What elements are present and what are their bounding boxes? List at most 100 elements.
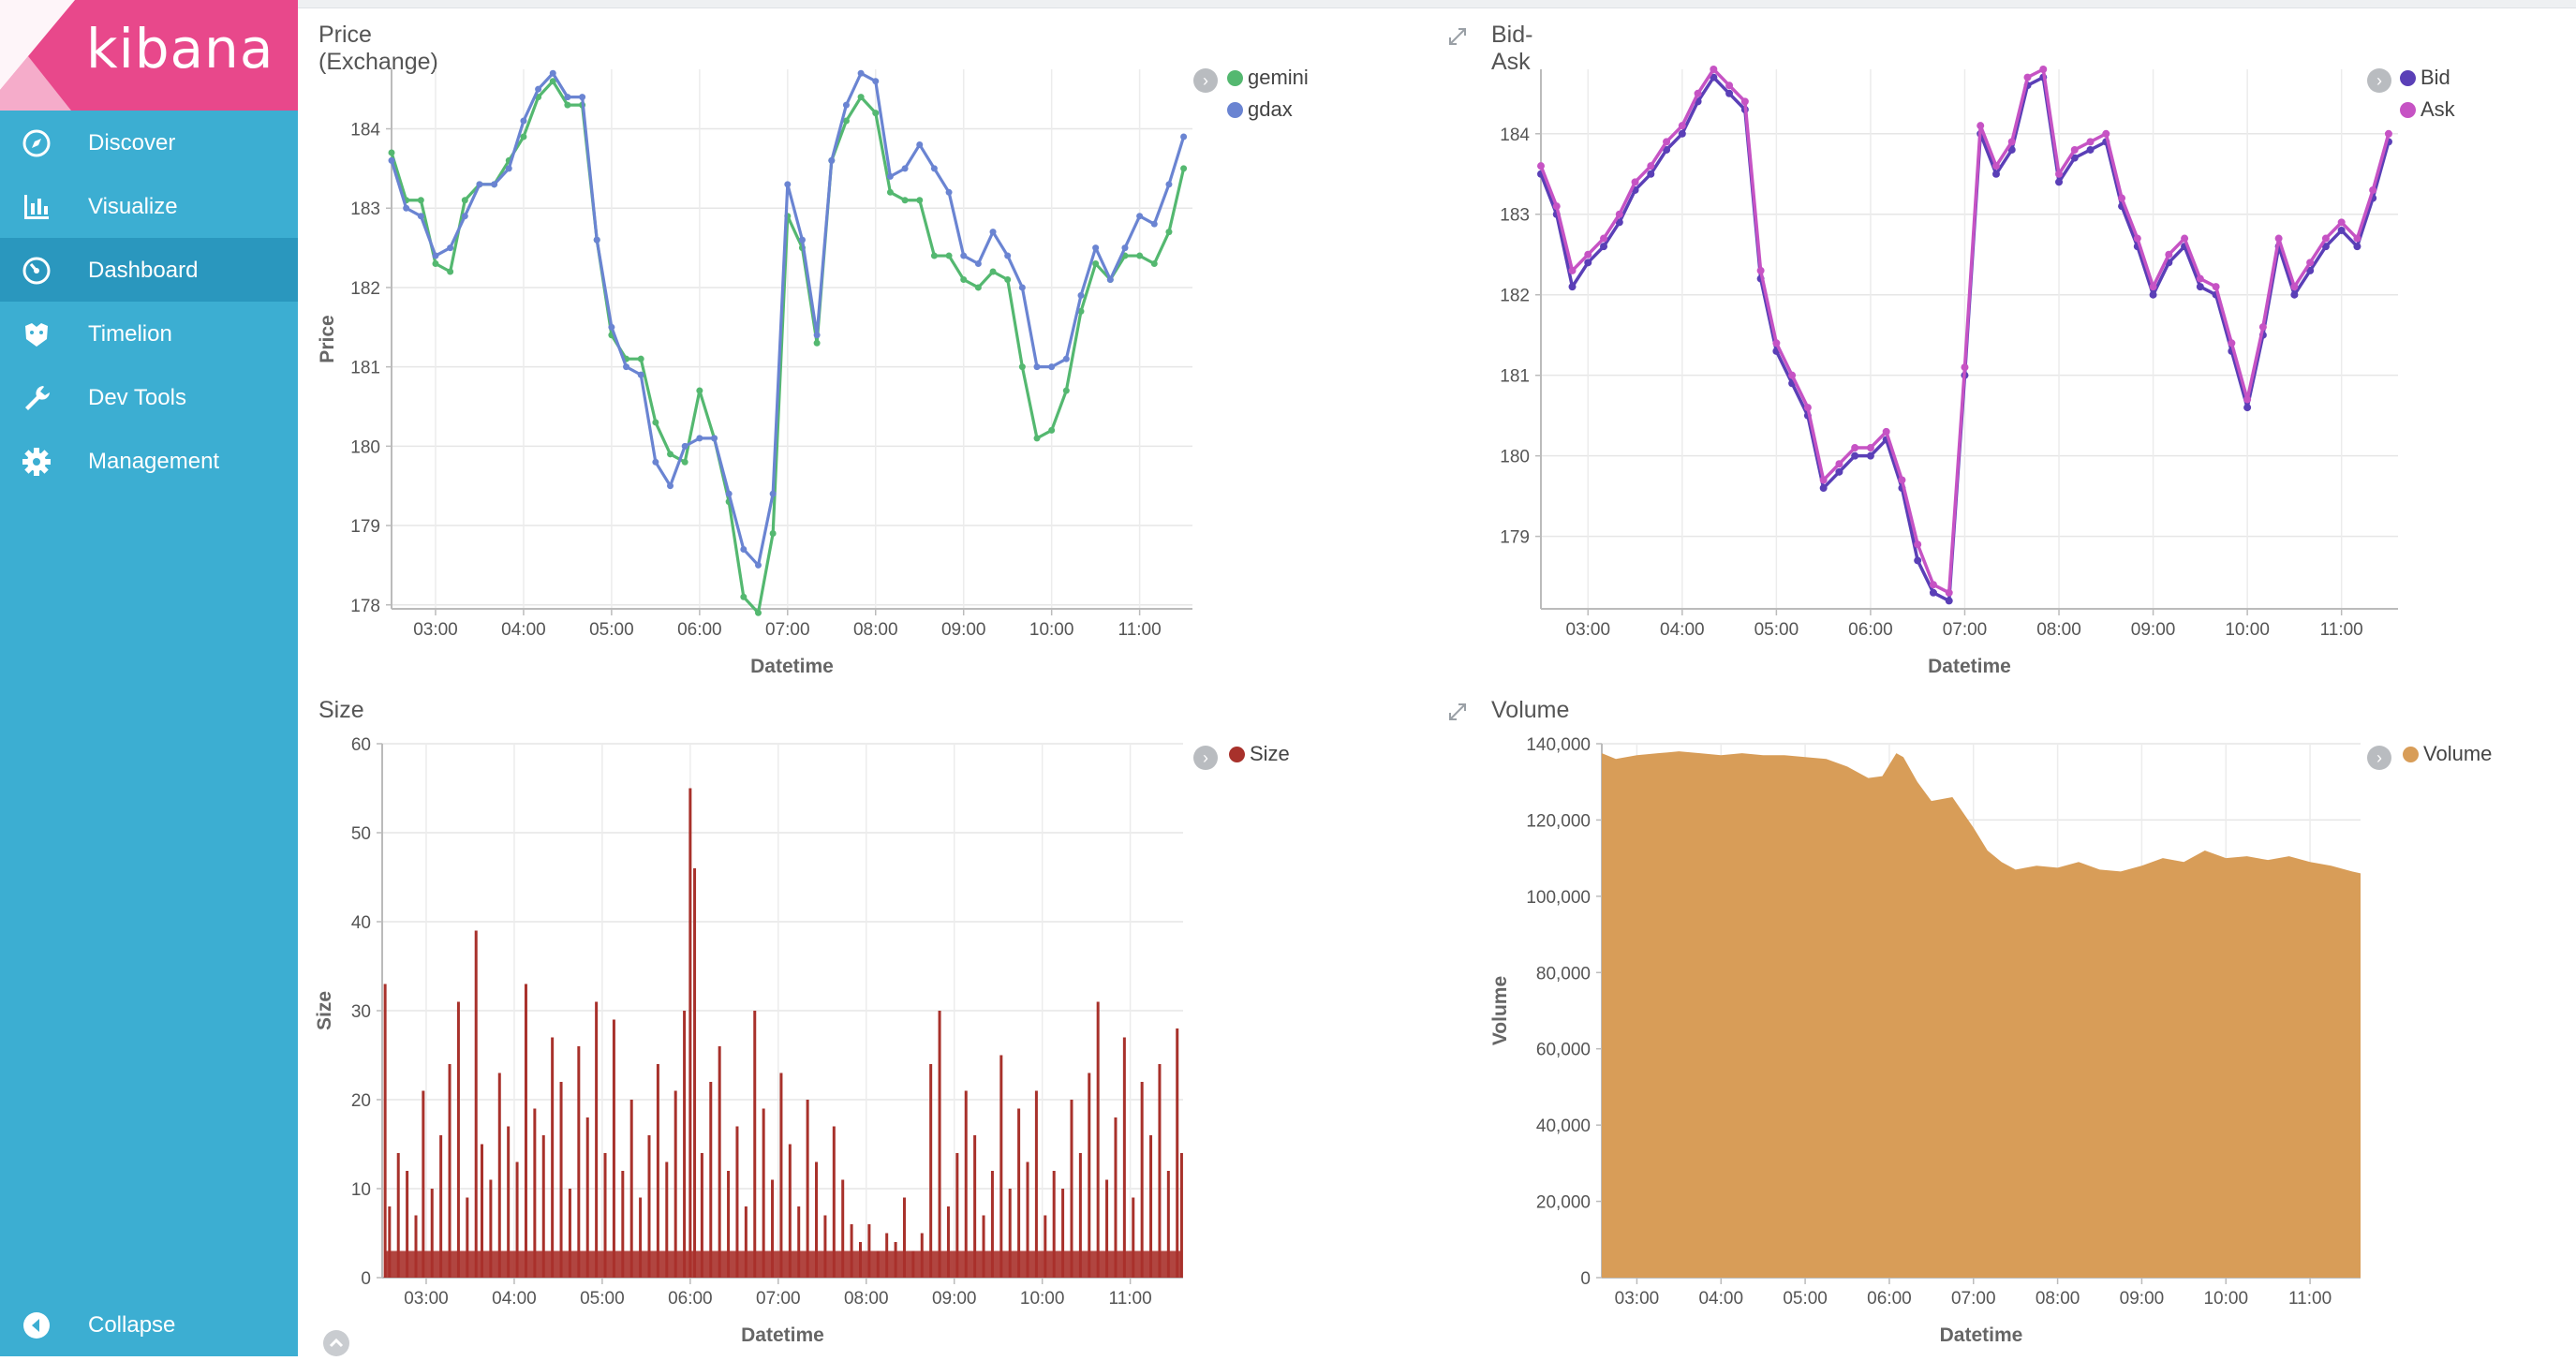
- size-bar: [1176, 1028, 1179, 1278]
- nav-label: Dev Tools: [88, 385, 186, 410]
- data-point-gdax: [711, 435, 718, 442]
- data-point-gdax: [784, 181, 792, 188]
- x-tick-label: 08:00: [844, 1289, 889, 1309]
- data-point-ask: [1631, 178, 1639, 186]
- data-point-gemini: [769, 530, 777, 538]
- y-tick-label: 20: [351, 1091, 371, 1111]
- data-point-ask: [1663, 138, 1671, 146]
- data-point-gemini: [667, 451, 674, 458]
- data-point-ask: [1914, 540, 1922, 549]
- size-bar: [674, 1090, 677, 1278]
- legend-item-gdax[interactable]: gdax: [1227, 97, 1293, 122]
- x-tick-label: 04:00: [1698, 1289, 1743, 1309]
- data-point-gemini: [652, 419, 659, 426]
- data-point-gemini: [1004, 275, 1012, 283]
- data-point-gemini: [388, 149, 395, 156]
- scroll-up-button[interactable]: [323, 1330, 349, 1356]
- nav-label: Visualize: [88, 194, 178, 219]
- nav-item-dashboard[interactable]: Dashboard: [0, 238, 298, 302]
- x-axis-title: Datetime: [1940, 1324, 2023, 1346]
- legend-label: gdax: [1248, 97, 1293, 121]
- y-tick-label: 184: [1500, 126, 1530, 145]
- data-point-gdax: [740, 545, 748, 553]
- legend-item-volume[interactable]: Volume: [2403, 742, 2492, 766]
- data-point-ask: [2118, 194, 2126, 202]
- legend-label: Bid: [2421, 66, 2450, 89]
- data-point-ask: [1725, 81, 1734, 90]
- volume-chart: 0 20,000 40,000 60,000 80,000 100,000 120,000 1…: [1489, 735, 2361, 1346]
- legend-item-gemini[interactable]: gemini: [1227, 66, 1309, 90]
- legend-toggle-icon[interactable]: ›: [1193, 746, 1218, 770]
- data-point-gdax: [549, 69, 556, 77]
- legend-toggle-icon[interactable]: ›: [1193, 68, 1218, 93]
- x-tick-label: 05:00: [1783, 1289, 1828, 1309]
- nav-item-timelion[interactable]: Timelion: [0, 302, 298, 365]
- collapse-button[interactable]: Collapse: [0, 1293, 298, 1356]
- data-point-ask: [2196, 274, 2204, 283]
- data-point-gemini: [740, 593, 748, 600]
- y-tick-label: 184: [350, 121, 380, 141]
- nav-item-visualize[interactable]: Visualize: [0, 174, 298, 238]
- data-point-bid: [1991, 170, 2000, 178]
- data-point-gdax: [886, 172, 894, 180]
- size-baseline-band: [384, 1250, 1181, 1278]
- data-point-bid: [1929, 588, 1937, 597]
- size-bar: [1158, 1064, 1162, 1278]
- data-point-ask: [2023, 73, 2032, 81]
- expand-icon[interactable]: [1447, 26, 1468, 47]
- data-point-ask: [2306, 259, 2315, 267]
- data-point-ask: [2228, 339, 2236, 348]
- expand-icon[interactable]: [1447, 702, 1468, 722]
- y-axis-title: Price: [317, 315, 338, 362]
- x-tick-label: 08:00: [853, 620, 898, 640]
- data-point-gdax: [1180, 133, 1188, 141]
- nav-item-dev-tools[interactable]: Dev Tools: [0, 365, 298, 429]
- x-tick-label: 07:00: [1951, 1289, 1996, 1309]
- y-tick-label: 180: [350, 437, 380, 457]
- legend-label: gemini: [1248, 66, 1309, 89]
- data-point-bid: [2149, 290, 2157, 299]
- legend-item-bid[interactable]: Bid: [2400, 66, 2450, 90]
- y-tick-label: 179: [1500, 528, 1530, 548]
- data-point-gdax: [593, 236, 600, 244]
- x-tick-label: 04:00: [501, 620, 546, 640]
- data-point-ask: [2212, 283, 2220, 291]
- size-bar: [524, 984, 527, 1278]
- data-point-gdax: [520, 117, 527, 125]
- x-tick-label: 08:00: [2036, 620, 2081, 640]
- data-point-gdax: [432, 252, 439, 259]
- data-point-gdax: [754, 561, 762, 569]
- legend-toggle-icon[interactable]: ›: [2367, 68, 2391, 93]
- data-point-ask: [2353, 234, 2361, 243]
- data-point-gdax: [667, 482, 674, 490]
- size-bar: [383, 984, 387, 1278]
- data-point-ask: [2165, 250, 2173, 259]
- data-point-ask: [1740, 97, 1749, 106]
- size-bar: [497, 1073, 501, 1278]
- data-point-gdax: [1033, 363, 1041, 371]
- data-point-ask: [1991, 162, 2000, 170]
- data-point-gdax: [813, 332, 821, 339]
- data-point-bid: [1819, 484, 1828, 493]
- data-point-bid: [1647, 170, 1655, 178]
- data-point-ask: [1945, 588, 1953, 597]
- size-bar: [718, 1046, 721, 1278]
- data-point-ask: [2290, 283, 2299, 291]
- size-bar: [456, 1001, 460, 1278]
- x-tick-label: 10:00: [1020, 1289, 1065, 1309]
- data-point-bid: [1945, 597, 1953, 605]
- nav-item-discover[interactable]: Discover: [0, 111, 298, 174]
- legend-toggle-icon[interactable]: ›: [2367, 746, 2391, 770]
- y-axis-title: Volume: [1489, 976, 1511, 1045]
- legend-item-size[interactable]: Size: [1229, 742, 1290, 766]
- nav-item-management[interactable]: Management: [0, 429, 298, 493]
- kibana-logo[interactable]: kibana: [0, 0, 298, 111]
- legend-item-ask[interactable]: Ask: [2400, 97, 2455, 122]
- data-point-gdax: [388, 156, 395, 164]
- y-tick-label: 10: [351, 1180, 371, 1200]
- size-bar: [1088, 1073, 1091, 1278]
- size-bar: [612, 1019, 615, 1278]
- x-tick-label: 10:00: [2203, 1289, 2248, 1309]
- data-point-bid: [2243, 404, 2252, 412]
- x-tick-label: 07:00: [765, 620, 810, 640]
